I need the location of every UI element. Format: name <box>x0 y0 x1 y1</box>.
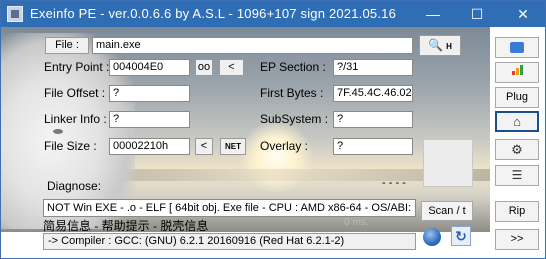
oo-button[interactable]: oo <box>195 59 213 76</box>
entry-point-field[interactable]: 004004E0 <box>109 59 190 76</box>
signal-bars-icon <box>511 63 523 82</box>
open-folder-button[interactable] <box>495 37 539 58</box>
subsystem-label: SubSystem : <box>260 112 329 126</box>
first-bytes-label: First Bytes : <box>260 86 324 100</box>
entry-prev-button[interactable]: < <box>219 59 244 76</box>
menu-button[interactable]: ☰ <box>495 165 539 186</box>
search-button[interactable]: 🔍 H <box>419 35 461 56</box>
diagnose-label: Diagnose: <box>47 179 102 193</box>
file-button[interactable]: File : <box>45 37 89 54</box>
plug-button[interactable]: Plug <box>495 87 539 108</box>
timing-text: 0 ms. <box>344 217 369 228</box>
refresh-icon[interactable]: ↻ <box>451 226 471 246</box>
lion-eye <box>53 129 63 134</box>
file-size-field[interactable]: 00002210h <box>109 138 190 155</box>
menu-icon: ☰ <box>511 168 523 182</box>
linker-info-label: Linker Info : <box>44 112 107 126</box>
overlay-field[interactable]: ? <box>333 138 413 155</box>
gear-icon: ⚙ <box>511 142 523 157</box>
subsystem-field[interactable]: ? <box>333 111 413 128</box>
stats-button[interactable] <box>495 62 539 83</box>
rip-button[interactable]: Rip <box>495 201 539 222</box>
background-sun <box>236 122 316 192</box>
app-icon <box>7 6 23 22</box>
scan-button[interactable]: Scan / t <box>421 201 473 221</box>
diagnose-result-field[interactable]: NOT Win EXE - .o - ELF [ 64bit obj. Exe … <box>43 199 416 217</box>
diagnose-dashes: - - - - <box>382 177 406 189</box>
ep-section-field[interactable]: ?/31 <box>333 59 413 76</box>
file-size-label: File Size : <box>44 139 97 153</box>
ep-section-label: EP Section : <box>260 60 326 74</box>
settings-button[interactable]: ⚙ <box>495 139 539 160</box>
file-offset-label: File Offset : <box>44 86 106 100</box>
file-size-prev-button[interactable]: < <box>195 138 213 155</box>
file-offset-field[interactable]: ? <box>109 85 190 102</box>
home-icon: ⌂ <box>513 114 521 129</box>
globe-icon[interactable] <box>423 228 441 246</box>
window-title: Exeinfo PE - ver.0.0.6.6 by A.S.L - 1096… <box>30 6 397 21</box>
file-path-field[interactable]: main.exe <box>92 37 413 54</box>
minimize-button[interactable]: — <box>413 1 453 27</box>
folder-icon <box>510 41 524 53</box>
maximize-button[interactable]: ☐ <box>457 1 497 27</box>
net-button[interactable]: NET <box>220 138 246 155</box>
linker-info-field[interactable]: ? <box>109 111 190 128</box>
hex-preview-box <box>423 139 473 187</box>
exeinfo-window: Exeinfo PE - ver.0.0.6.6 by A.S.L - 1096… <box>0 0 546 259</box>
search-button-label: H <box>446 42 452 51</box>
first-bytes-field[interactable]: 7F.45.4C.46.02 <box>333 85 413 102</box>
close-button[interactable]: ✕ <box>501 1 545 27</box>
next-button[interactable]: >> <box>495 229 539 250</box>
title-bar: Exeinfo PE - ver.0.0.6.6 by A.S.L - 1096… <box>1 1 545 27</box>
search-icon: 🔍 <box>428 38 444 52</box>
compiler-info-field[interactable]: -> Compiler : GCC: (GNU) 6.2.1 20160916 … <box>43 233 416 250</box>
overlay-label: Overlay : <box>260 139 309 153</box>
home-button[interactable]: ⌂ <box>495 111 539 132</box>
entry-point-label: Entry Point : <box>44 60 110 74</box>
